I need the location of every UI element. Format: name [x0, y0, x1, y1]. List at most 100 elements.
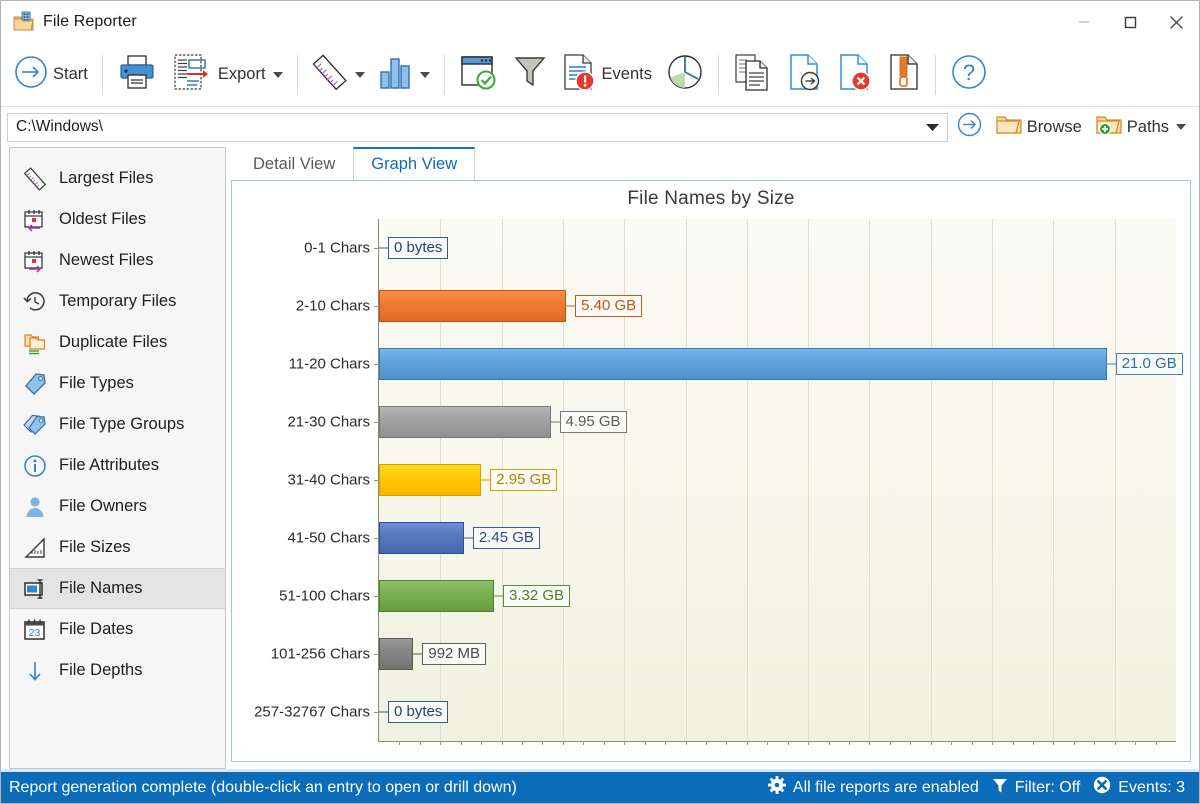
x-circle-icon: [1093, 776, 1111, 799]
maximize-button[interactable]: [1107, 1, 1153, 43]
status-events[interactable]: Events: 3: [1093, 776, 1189, 799]
chevron-down-icon[interactable]: [420, 72, 430, 78]
move-file-button[interactable]: [780, 47, 830, 103]
compress-file-button[interactable]: [880, 47, 928, 103]
status-filter[interactable]: Filter: Off: [992, 777, 1085, 799]
sidebar-item-file-type-groups[interactable]: File Type Groups: [10, 404, 225, 445]
chart-category-label: 31-40 Chars: [287, 472, 370, 489]
chevron-down-icon[interactable]: [355, 72, 365, 78]
export-button[interactable]: Export: [164, 47, 290, 103]
chart-label-leader: [379, 712, 388, 713]
ruler-icon: [23, 167, 47, 191]
chart-axis-tick: [686, 741, 687, 745]
chevron-down-icon[interactable]: [1176, 124, 1186, 130]
path-input[interactable]: [8, 114, 919, 141]
path-combobox[interactable]: [7, 113, 948, 142]
chart-axis-tick: [726, 741, 727, 745]
largest-files-button[interactable]: [305, 47, 372, 103]
chart-bar-row[interactable]: 51-100 Chars3.32 GB: [379, 567, 1176, 625]
close-button[interactable]: [1153, 1, 1199, 43]
chart-bar-row[interactable]: 31-40 Chars2.95 GB: [379, 451, 1176, 509]
chart-bar[interactable]: [379, 348, 1107, 381]
copy-button[interactable]: [726, 47, 780, 103]
sidebar-item-file-owners[interactable]: File Owners: [10, 486, 225, 527]
schedule-button[interactable]: [659, 47, 711, 103]
tab-detail-view[interactable]: Detail View: [235, 149, 353, 180]
sidebar-item-largest-files[interactable]: Largest Files: [10, 158, 225, 199]
chart-bar-row[interactable]: 101-256 Chars992 MB: [379, 625, 1176, 683]
go-button[interactable]: [952, 111, 987, 143]
document-delete-icon: [837, 53, 873, 96]
calendar-23-icon: 23: [23, 618, 47, 642]
sidebar-item-label: File Attributes: [59, 456, 159, 475]
export-document-icon: [171, 53, 213, 96]
chart-axis-tick: [1053, 741, 1054, 745]
sidebar-item-oldest-files[interactable]: Oldest Files: [10, 199, 225, 240]
window-check-icon: [459, 54, 499, 95]
title-bar: File Reporter: [1, 1, 1199, 43]
chart-value-label: 2.95 GB: [490, 469, 557, 491]
browse-button[interactable]: Browse: [991, 111, 1087, 143]
chart-axis-tick: [890, 741, 891, 745]
status-bar: Report generation complete (double-click…: [1, 769, 1199, 803]
application-window: File Reporter Start: [0, 0, 1200, 804]
toolbar-separator: [102, 55, 103, 95]
chart-bar[interactable]: [379, 580, 494, 613]
document-zip-icon: [887, 53, 921, 96]
sidebar-item-file-depths[interactable]: File Depths: [10, 650, 225, 691]
reports-enabled-button[interactable]: [452, 47, 506, 103]
printer-icon: [117, 54, 157, 95]
folder-report-icon: [13, 11, 35, 33]
sidebar-item-temporary-files[interactable]: Temporary Files: [10, 281, 225, 322]
sidebar-item-file-attributes[interactable]: File Attributes: [10, 445, 225, 486]
arrow-circle-right-icon: [14, 55, 48, 94]
minimize-button[interactable]: [1061, 1, 1107, 43]
chart-axis-tick: [706, 741, 707, 745]
paths-button[interactable]: Paths: [1091, 111, 1191, 143]
tab-graph-view[interactable]: Graph View: [353, 147, 475, 180]
sidebar-item-label: File Type Groups: [59, 415, 184, 434]
help-button[interactable]: ?: [943, 47, 995, 103]
chart-category-label: 101-256 Chars: [271, 646, 370, 663]
rename-field-icon: [23, 577, 47, 601]
sidebar-item-label: File Depths: [59, 661, 142, 680]
chart-axis-tick: [1115, 741, 1116, 745]
funnel-icon: [992, 777, 1008, 799]
chart-bar[interactable]: [379, 464, 481, 497]
sidebar-item-file-names[interactable]: File Names: [10, 568, 225, 609]
sidebar-item-file-types[interactable]: File Types: [10, 363, 225, 404]
chart-axis-tick: [502, 741, 503, 745]
chart-bar-row[interactable]: 11-20 Chars21.0 GB: [379, 335, 1176, 393]
svg-text:?: ?: [963, 60, 975, 85]
chart-bar[interactable]: [379, 290, 566, 323]
chart-label-leader: [566, 306, 575, 307]
chart-bar[interactable]: [379, 522, 464, 555]
status-reports-label: All file reports are enabled: [793, 779, 979, 797]
start-button[interactable]: Start: [7, 47, 95, 103]
chart-bar-row[interactable]: 41-50 Chars2.45 GB: [379, 509, 1176, 567]
sidebar-item-duplicate-files[interactable]: Duplicate Files: [10, 322, 225, 363]
filter-button[interactable]: [506, 47, 554, 103]
sidebar-item-newest-files[interactable]: Newest Files: [10, 240, 225, 281]
folder-add-icon: [1096, 114, 1122, 141]
sidebar-item-file-sizes[interactable]: File Sizes: [10, 527, 225, 568]
sidebar-item-label: Newest Files: [59, 251, 153, 270]
chevron-down-icon[interactable]: [919, 114, 947, 141]
user-icon: [23, 495, 47, 519]
chart-bar-row[interactable]: 0-1 Chars0 bytes: [379, 219, 1176, 277]
right-pane: Detail ViewGraph View File Names by Size…: [226, 147, 1191, 769]
sidebar-item-file-dates[interactable]: 23File Dates: [10, 609, 225, 650]
chart-bar-row[interactable]: 21-30 Chars4.95 GB: [379, 393, 1176, 451]
chart-bar[interactable]: [379, 406, 551, 439]
chart-bar-row[interactable]: 2-10 Chars5.40 GB: [379, 277, 1176, 335]
chart-category-label: 0-1 Chars: [304, 240, 370, 257]
delete-file-button[interactable]: [830, 47, 880, 103]
print-button[interactable]: [110, 47, 164, 103]
chart-category-label: 11-20 Chars: [289, 356, 370, 373]
chart-bar-row[interactable]: 257-32767 Chars0 bytes: [379, 683, 1176, 741]
status-reports-enabled[interactable]: All file reports are enabled: [768, 776, 983, 799]
charts-button[interactable]: [372, 47, 437, 103]
chevron-down-icon[interactable]: [273, 72, 283, 78]
chart-bar[interactable]: [379, 638, 413, 671]
events-button[interactable]: Events: [554, 47, 659, 103]
